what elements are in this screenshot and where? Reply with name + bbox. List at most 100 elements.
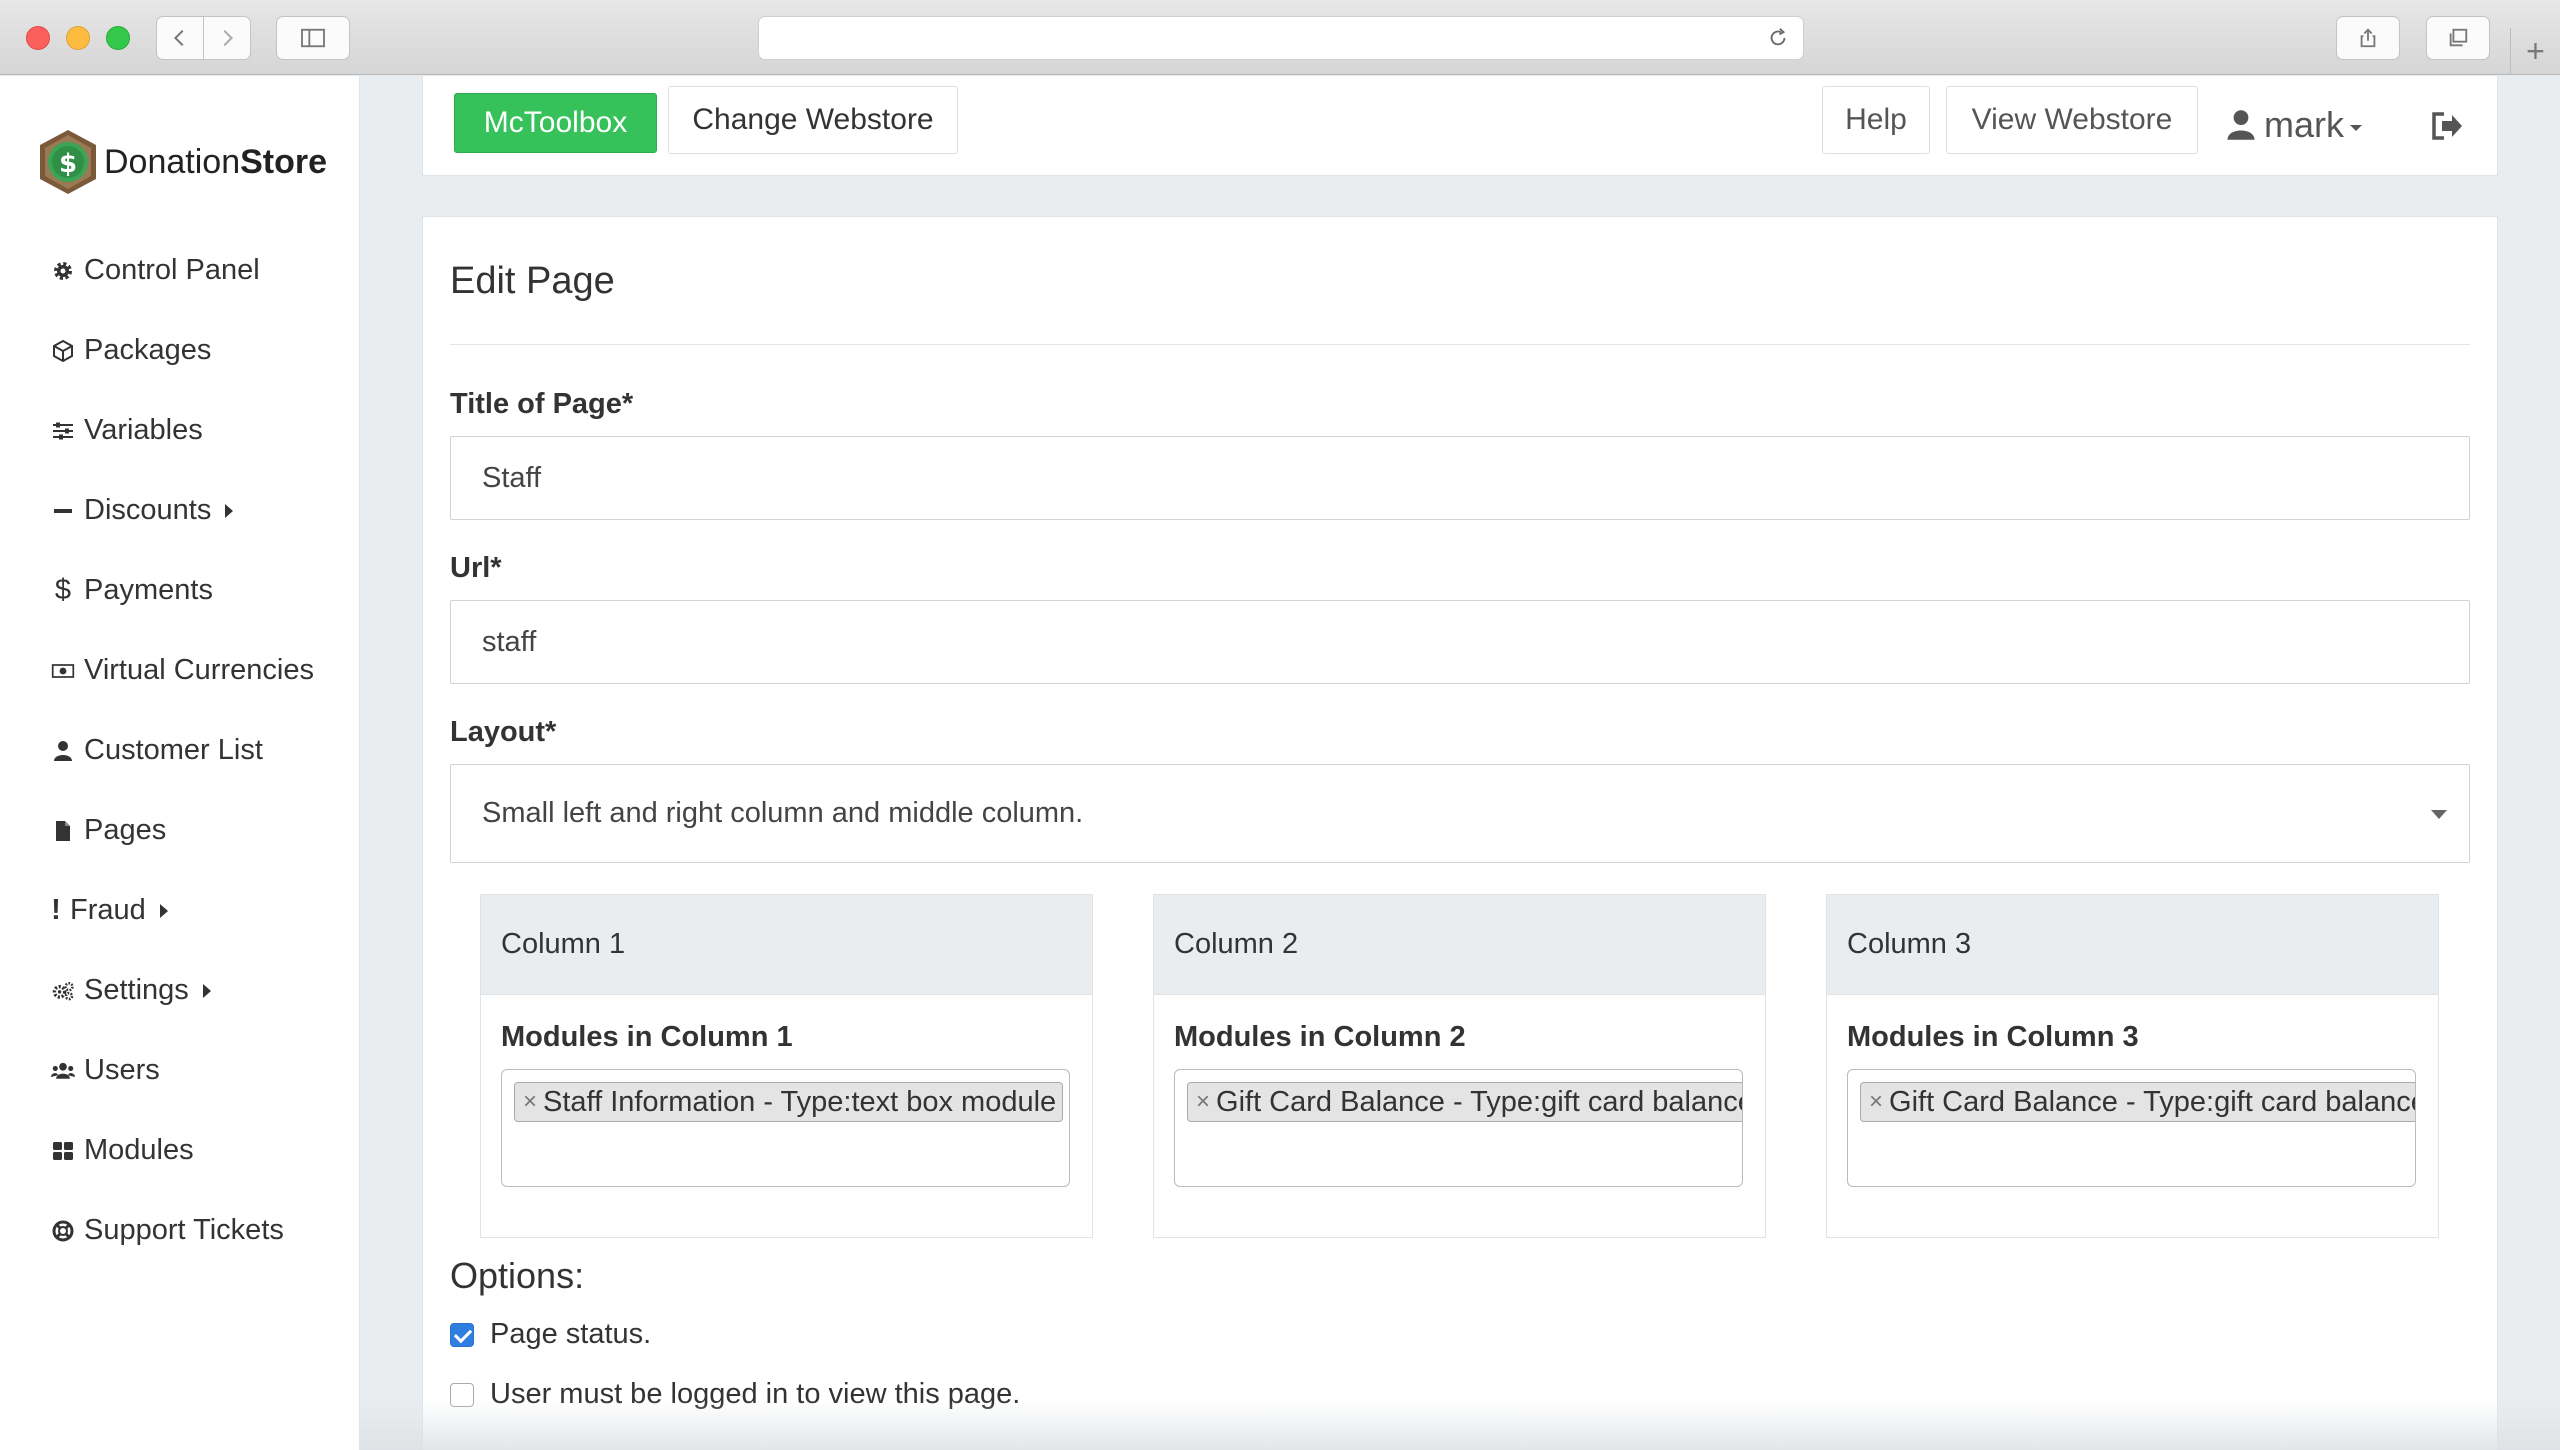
share-icon	[2360, 28, 2376, 48]
modules-label: Modules in Column 1	[501, 1021, 793, 1053]
current-webstore-button[interactable]: McToolbox	[454, 93, 657, 153]
sidebar-item-variables[interactable]: Variables	[50, 414, 203, 447]
sidebar-item-label: Virtual Currencies	[84, 654, 314, 686]
module-tag-label: Gift Card Balance - Type:gift card balan…	[1216, 1085, 1743, 1118]
sidebar-item-payments[interactable]: $ Payments	[50, 574, 213, 607]
sidebar-item-label: Variables	[84, 414, 203, 446]
scroll-fade	[360, 1400, 2560, 1450]
layout-selected-value: Small left and right column and middle c…	[482, 797, 1084, 829]
view-webstore-button[interactable]: View Webstore	[1946, 86, 2198, 154]
modules-label: Modules in Column 2	[1174, 1021, 1466, 1053]
sidebar-item-label: Discounts	[84, 494, 212, 526]
sidebar-item-label: Payments	[84, 574, 213, 606]
layout-label: Layout*	[450, 716, 557, 748]
remove-tag-icon[interactable]: ×	[1196, 1088, 1210, 1116]
help-button[interactable]: Help	[1822, 86, 1930, 154]
user-menu[interactable]: mark	[2226, 100, 2362, 150]
share-button[interactable]	[2336, 16, 2400, 60]
sign-out-icon[interactable]	[2430, 110, 2464, 142]
sliders-icon	[50, 418, 76, 444]
user-icon	[50, 738, 76, 764]
chevron-right-icon	[223, 29, 234, 47]
caret-right-icon	[202, 983, 211, 998]
remove-tag-icon[interactable]: ×	[1869, 1088, 1883, 1116]
sidebar-item-label: Modules	[84, 1134, 194, 1166]
module-tag: × Gift Card Balance - Type:gift card bal…	[1187, 1082, 1743, 1122]
sidebar-item-label: Customer List	[84, 734, 263, 766]
sidebar-item-fraud[interactable]: ! Fraud	[50, 894, 168, 927]
sidebar-item-label: Packages	[84, 334, 212, 366]
remove-tag-icon[interactable]: ×	[523, 1088, 537, 1116]
brand-logo[interactable]: $ DonationStore	[36, 128, 327, 196]
sidebar-item-modules[interactable]: Modules	[50, 1134, 194, 1167]
module-tag-label: Staff Information - Type:text box module	[543, 1085, 1057, 1118]
forward-button[interactable]	[203, 16, 251, 60]
modules-select[interactable]: × Gift Card Balance - Type:gift card bal…	[1174, 1069, 1743, 1187]
svg-text:$: $	[59, 149, 77, 179]
option-page-status[interactable]: Page status.	[450, 1318, 651, 1351]
file-icon	[50, 818, 76, 844]
sidebar-item-label: Support Tickets	[84, 1214, 284, 1246]
username: mark	[2264, 104, 2344, 145]
sidebar-item-support-tickets[interactable]: Support Tickets	[50, 1214, 284, 1247]
sidebar-toggle-button[interactable]	[276, 16, 350, 60]
close-window-button[interactable]	[26, 26, 50, 50]
users-icon	[50, 1058, 76, 1084]
title-divider	[450, 344, 2470, 345]
option-label: Page status.	[490, 1318, 652, 1350]
dollar-icon: $	[54, 574, 72, 606]
caret-down-icon	[2350, 125, 2362, 131]
back-button[interactable]	[156, 16, 204, 60]
title-of-page-input[interactable]: Staff	[450, 436, 2470, 520]
plus-icon: +	[2526, 33, 2545, 69]
sidebar-item-discounts[interactable]: Discounts	[50, 494, 234, 527]
sidebar-item-pages[interactable]: Pages	[50, 814, 166, 847]
sidebar-item-packages[interactable]: Packages	[50, 334, 211, 367]
sidebar-item-label: Settings	[84, 974, 189, 1006]
layout-select[interactable]: Small left and right column and middle c…	[450, 764, 2470, 863]
module-tag: × Staff Information - Type:text box modu…	[514, 1082, 1064, 1122]
modules-label: Modules in Column 3	[1847, 1021, 2139, 1053]
minimize-window-button[interactable]	[66, 26, 90, 50]
sidebar-item-label: Control Panel	[84, 254, 260, 286]
column-panel-1: Column 1 Modules in Column 1 × Staff Inf…	[480, 894, 1093, 1238]
exclamation-icon: !	[51, 894, 61, 926]
column-panel-3: Column 3 Modules in Column 3 × Gift Card…	[1826, 894, 2439, 1238]
title-of-page-value: Staff	[482, 461, 542, 494]
sidebar-item-customer-list[interactable]: Customer List	[50, 734, 263, 767]
sidebar-item-label: Fraud	[70, 894, 146, 926]
column-panel-2: Column 2 Modules in Column 2 × Gift Card…	[1153, 894, 1766, 1238]
sidebar-item-settings[interactable]: Settings	[50, 974, 211, 1007]
cube-icon	[50, 338, 76, 364]
zoom-window-button[interactable]	[106, 26, 130, 50]
title-of-page-label: Title of Page*	[450, 388, 634, 420]
address-bar[interactable]	[758, 16, 1804, 60]
sidebar-item-users[interactable]: Users	[50, 1054, 160, 1087]
page-status-checkbox[interactable]	[450, 1322, 474, 1347]
sidebar-item-label: Pages	[84, 814, 167, 846]
grid-icon	[50, 1138, 76, 1164]
module-tag: × Gift Card Balance - Type:gift card bal…	[1860, 1082, 2416, 1122]
new-tab-button[interactable]: +	[2510, 28, 2560, 75]
modules-select[interactable]: × Gift Card Balance - Type:gift card bal…	[1847, 1069, 2416, 1187]
user-icon	[2227, 110, 2255, 140]
change-webstore-button[interactable]: Change Webstore	[668, 86, 958, 154]
gear-icon	[50, 258, 76, 284]
browser-toolbar: +	[0, 0, 2560, 75]
money-icon	[50, 658, 76, 684]
url-input[interactable]: staff	[450, 600, 2470, 684]
modules-select[interactable]: × Staff Information - Type:text box modu…	[501, 1069, 1070, 1187]
reload-icon[interactable]	[1767, 27, 1789, 49]
brand-name: DonationStore	[104, 142, 328, 181]
caret-right-icon	[159, 903, 168, 918]
url-value: staff	[482, 625, 537, 658]
sidebar-item-label: Users	[84, 1054, 160, 1086]
column-heading: Column 1	[481, 895, 1092, 995]
show-tabs-button[interactable]	[2426, 16, 2490, 60]
lifering-icon	[50, 1218, 76, 1244]
sidebar-item-control-panel[interactable]: Control Panel	[50, 254, 260, 287]
sidebar-item-virtual-currencies[interactable]: Virtual Currencies	[50, 654, 314, 687]
sidebar-icon	[301, 28, 325, 48]
module-tag-label: Gift Card Balance - Type:gift card balan…	[1889, 1085, 2416, 1118]
dollar-coin-logo-icon: $	[40, 130, 96, 194]
